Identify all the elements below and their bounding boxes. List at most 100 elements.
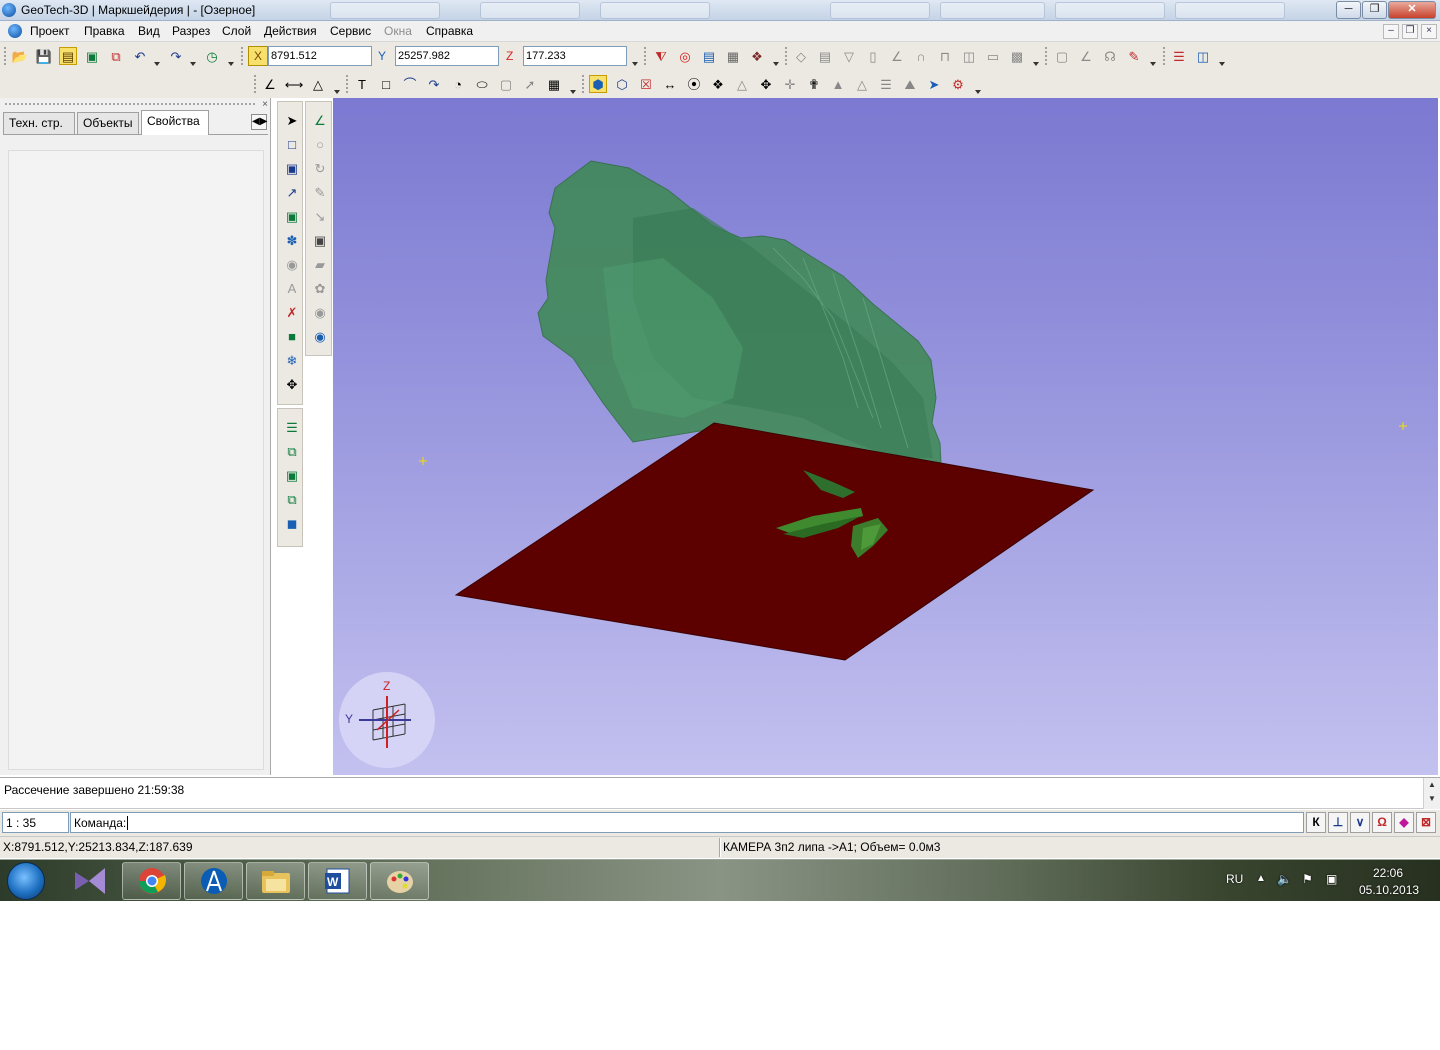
- toolbar-overflow-icon[interactable]: [1219, 62, 1225, 66]
- language-indicator[interactable]: RU: [1226, 872, 1243, 886]
- snap-button-magnet[interactable]: Ω: [1372, 812, 1392, 833]
- window-properties-icon[interactable]: ◫: [1194, 47, 1212, 65]
- edit-body-icon[interactable]: ◉: [310, 326, 330, 346]
- dimension-angle-icon[interactable]: ∠: [261, 75, 279, 93]
- select-point-icon[interactable]: ◉: [282, 254, 302, 274]
- mdi-minimize-button[interactable]: –: [1383, 24, 1399, 39]
- toolbar-grip[interactable]: [1044, 46, 1048, 66]
- select-vertex-icon[interactable]: ➤: [925, 75, 943, 93]
- toolbar-overflow-icon[interactable]: [773, 62, 779, 66]
- scale-display[interactable]: 1 : 35: [2, 812, 69, 833]
- arc-tool-icon[interactable]: ⌒: [401, 75, 419, 93]
- building-tool-icon[interactable]: ▦: [545, 75, 563, 93]
- slope-icon[interactable]: ∠: [888, 47, 906, 65]
- hidden-lines-icon[interactable]: ☒: [637, 75, 655, 93]
- layer-solid-icon[interactable]: ◼: [282, 513, 302, 533]
- tab-properties[interactable]: Свойства: [141, 110, 209, 135]
- layers-manager-icon[interactable]: ▤: [59, 47, 77, 65]
- solid-shaded-icon[interactable]: ⬢: [589, 75, 607, 93]
- curve-tool-icon[interactable]: ↷: [425, 75, 443, 93]
- maximize-button[interactable]: ❐: [1362, 1, 1387, 19]
- toolbar-overflow-icon[interactable]: [632, 62, 638, 66]
- open-icon[interactable]: 📂: [11, 47, 29, 65]
- frame-icon[interactable]: ▢: [1053, 47, 1071, 65]
- snap-button-vertex[interactable]: ∨: [1350, 812, 1370, 833]
- volume-icon[interactable]: 🔈: [1277, 872, 1292, 886]
- stack-icon[interactable]: ☰: [877, 75, 895, 93]
- select-cluster-icon[interactable]: ✽: [282, 230, 302, 250]
- layers-icon[interactable]: ☰: [282, 417, 302, 437]
- close-button[interactable]: ✕: [1388, 1, 1436, 19]
- snowflake-icon[interactable]: ❄: [282, 350, 302, 370]
- menu-actions[interactable]: Действия: [264, 24, 317, 38]
- ellipse-tool-icon[interactable]: ⬭: [473, 75, 491, 93]
- move-point-icon[interactable]: ✥: [757, 75, 775, 93]
- edit-arc-icon[interactable]: ↻: [310, 158, 330, 178]
- polyline-tool-icon[interactable]: ➚: [521, 75, 539, 93]
- toolbar-overflow-icon[interactable]: [975, 90, 981, 94]
- toolbar-overflow-icon[interactable]: [1033, 62, 1039, 66]
- crosshair-icon[interactable]: ✛: [781, 75, 799, 93]
- rectangle-tool-icon[interactable]: □: [377, 75, 395, 93]
- menu-windows[interactable]: Окна: [384, 24, 412, 38]
- menu-project[interactable]: Проект: [30, 24, 70, 38]
- redo-icon[interactable]: ↷: [167, 47, 185, 65]
- arch-icon[interactable]: ∩: [912, 47, 930, 65]
- snap-button-k[interactable]: К: [1306, 812, 1326, 833]
- cone-icon[interactable]: ▲: [829, 75, 847, 93]
- viewport-3d[interactable]: Z Y: [333, 98, 1438, 775]
- funnel-icon[interactable]: ▽: [840, 47, 858, 65]
- grid-icon[interactable]: ▦: [724, 47, 742, 65]
- panel-collapse-icon[interactable]: ◀▶: [251, 114, 267, 130]
- layer-copy-icon[interactable]: ⧉: [282, 441, 302, 461]
- toolbar-grip[interactable]: [784, 46, 788, 66]
- word-taskbar-icon[interactable]: W: [308, 862, 367, 900]
- dimension-linear-icon[interactable]: ⟷: [285, 75, 304, 93]
- history-clock-icon[interactable]: ◷: [203, 47, 221, 65]
- relief-icon[interactable]: ⛰: [901, 75, 919, 93]
- edit-circle-icon[interactable]: ○: [310, 134, 330, 154]
- network-icon[interactable]: ▣: [1326, 872, 1337, 886]
- text-tool-icon[interactable]: T: [353, 75, 371, 93]
- toolbar-overflow-icon[interactable]: [228, 62, 234, 66]
- menu-section[interactable]: Разрез: [172, 24, 210, 38]
- toolbar-overflow-icon[interactable]: [570, 90, 576, 94]
- toolbar-grip[interactable]: [3, 46, 7, 66]
- select-object-icon[interactable]: ▣: [282, 158, 302, 178]
- snap-button-node[interactable]: ◆: [1394, 812, 1414, 833]
- toolbar-grip[interactable]: [1162, 46, 1166, 66]
- edit-blob-icon[interactable]: ✿: [310, 278, 330, 298]
- triangulate-icon[interactable]: △: [733, 75, 751, 93]
- snap-button-grid[interactable]: ⊠: [1416, 812, 1436, 833]
- command-input[interactable]: Команда:: [70, 812, 1304, 833]
- box-tool-icon[interactable]: ▢: [497, 75, 515, 93]
- edit-pen-icon[interactable]: ✎: [310, 182, 330, 202]
- toolbar-grip[interactable]: [581, 74, 585, 94]
- pyramid-icon[interactable]: △: [853, 75, 871, 93]
- layer-stack-icon[interactable]: ▤: [700, 47, 718, 65]
- clock-time[interactable]: 22:06: [1373, 866, 1403, 880]
- columns-icon[interactable]: ▤: [816, 47, 834, 65]
- cylinder-icon[interactable]: ▯: [864, 47, 882, 65]
- explorer-taskbar-icon[interactable]: [246, 862, 305, 900]
- y-coordinate-input[interactable]: [395, 46, 499, 66]
- tunnel-icon[interactable]: ⊓: [936, 47, 954, 65]
- start-button[interactable]: [7, 862, 45, 900]
- eraser-icon[interactable]: ✎: [1125, 47, 1143, 65]
- menu-layer[interactable]: Слой: [222, 24, 251, 38]
- document-icon[interactable]: [8, 24, 22, 38]
- toolbar-overflow-icon[interactable]: [1150, 62, 1156, 66]
- panel-close-icon[interactable]: ×: [260, 100, 270, 110]
- measure-distance-icon[interactable]: ↔: [661, 75, 679, 93]
- tab-objects[interactable]: Объекты: [77, 112, 139, 134]
- surface-icon[interactable]: ◇: [792, 47, 810, 65]
- split-icon[interactable]: ⦿: [685, 75, 703, 93]
- snap-button-perpendicular[interactable]: ⊥: [1328, 812, 1348, 833]
- clock-date[interactable]: 05.10.2013: [1359, 883, 1419, 897]
- measure-icon[interactable]: ∠: [1077, 47, 1095, 65]
- mesh-icon[interactable]: ❖: [748, 47, 766, 65]
- copy-object-icon[interactable]: ⧉: [107, 47, 125, 65]
- visual-studio-taskbar-icon[interactable]: [60, 862, 119, 900]
- pivot-icon[interactable]: ✟: [805, 75, 823, 93]
- cube-view-icon[interactable]: ▣: [83, 47, 101, 65]
